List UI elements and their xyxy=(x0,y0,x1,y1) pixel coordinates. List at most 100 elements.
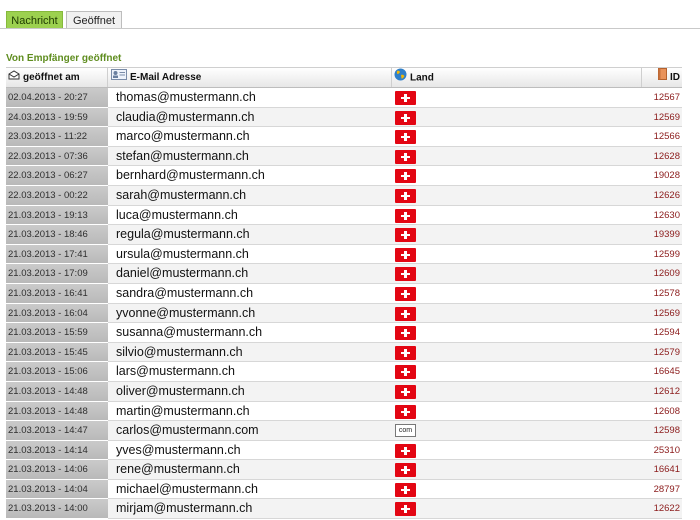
country-cell xyxy=(392,303,642,324)
id-cell[interactable]: 12579 xyxy=(642,342,682,363)
envelope-open-icon xyxy=(8,68,20,87)
country-cell xyxy=(392,479,642,500)
id-cell[interactable]: 12626 xyxy=(642,185,682,206)
email-cell[interactable]: stefan@mustermann.ch xyxy=(108,146,392,167)
swiss-flag-icon xyxy=(395,228,416,243)
table-row[interactable]: 21.03.2013 - 14:06 rene@mustermann.ch 1664… xyxy=(6,460,682,480)
column-header-opened-at-label: geöffnet am xyxy=(23,72,80,84)
address-card-icon xyxy=(111,68,127,87)
swiss-flag-icon xyxy=(395,482,416,497)
email-cell[interactable]: marco@mustermann.ch xyxy=(108,127,392,147)
email-cell[interactable]: ursula@mustermann.ch xyxy=(108,244,392,265)
email-cell[interactable]: lars@mustermann.ch xyxy=(108,362,392,382)
swiss-flag-icon xyxy=(395,208,416,223)
email-cell[interactable]: claudia@mustermann.ch xyxy=(108,107,392,128)
tab-nachricht[interactable]: Nachricht xyxy=(6,11,63,29)
id-cell[interactable]: 19028 xyxy=(642,166,682,186)
table-row[interactable]: 21.03.2013 - 17:09 daniel@mustermann.ch 12… xyxy=(6,264,682,284)
id-cell[interactable]: 12566 xyxy=(642,127,682,147)
table-row[interactable]: 21.03.2013 - 19:13 luca@mustermann.ch 1263… xyxy=(6,205,682,226)
swiss-flag-icon xyxy=(395,169,416,184)
column-header-id-label: ID xyxy=(670,72,680,84)
email-cell[interactable]: michael@mustermann.ch xyxy=(108,479,392,500)
opened-at-cell: 21.03.2013 - 14:14 xyxy=(6,440,108,461)
table-row[interactable]: 24.03.2013 - 19:59 claudia@mustermann.ch 1… xyxy=(6,107,682,128)
column-header-id[interactable]: ID xyxy=(642,68,682,87)
country-cell xyxy=(392,127,642,147)
table-row[interactable]: 02.04.2013 - 20:27 thomas@mustermann.ch 12… xyxy=(6,88,682,108)
table-row[interactable]: 21.03.2013 - 16:41 sandra@mustermann.ch 12… xyxy=(6,283,682,304)
column-header-country-label: Land xyxy=(410,72,434,84)
globe-icon xyxy=(394,68,407,88)
column-header-email-label: E-Mail Adresse xyxy=(130,72,202,84)
table-row[interactable]: 23.03.2013 - 11:22 marco@mustermann.ch 125… xyxy=(6,127,682,147)
table-row[interactable]: 21.03.2013 - 14:48 martin@mustermann.ch 12… xyxy=(6,401,682,422)
swiss-flag-icon xyxy=(395,365,416,380)
email-cell[interactable]: mirjam@mustermann.ch xyxy=(108,499,392,520)
column-header-opened-at[interactable]: geöffnet am xyxy=(6,68,108,87)
table-row[interactable]: 21.03.2013 - 18:46 regula@mustermann.ch 19… xyxy=(6,225,682,245)
id-cell[interactable]: 25310 xyxy=(642,440,682,461)
email-cell[interactable]: yves@mustermann.ch xyxy=(108,440,392,461)
table-row[interactable]: 21.03.2013 - 14:04 michael@mustermann.ch 2… xyxy=(6,479,682,500)
id-cell[interactable]: 16645 xyxy=(642,362,682,382)
opened-at-cell: 21.03.2013 - 17:41 xyxy=(6,244,108,265)
country-cell xyxy=(392,88,642,108)
email-cell[interactable]: martin@mustermann.ch xyxy=(108,401,392,422)
id-cell[interactable]: 12622 xyxy=(642,499,682,520)
email-cell[interactable]: sarah@mustermann.ch xyxy=(108,185,392,206)
id-cell[interactable]: 19399 xyxy=(642,225,682,245)
swiss-flag-icon xyxy=(395,188,416,203)
id-cell[interactable]: 12628 xyxy=(642,146,682,167)
country-cell xyxy=(392,264,642,284)
swiss-flag-icon xyxy=(395,345,416,360)
email-cell[interactable]: sandra@mustermann.ch xyxy=(108,283,392,304)
id-cell[interactable]: 12569 xyxy=(642,107,682,128)
country-cell xyxy=(392,381,642,402)
id-cell[interactable]: 12594 xyxy=(642,323,682,343)
email-cell[interactable]: thomas@mustermann.ch xyxy=(108,88,392,108)
id-cell[interactable]: 28797 xyxy=(642,479,682,500)
id-cell[interactable]: 12599 xyxy=(642,244,682,265)
table-row[interactable]: 21.03.2013 - 14:14 yves@mustermann.ch 2531… xyxy=(6,440,682,461)
id-cell[interactable]: 12598 xyxy=(642,421,682,441)
id-cell[interactable]: 12630 xyxy=(642,205,682,226)
table-row[interactable]: 21.03.2013 - 14:47 carlos@mustermann.com c… xyxy=(6,421,682,441)
email-cell[interactable]: regula@mustermann.ch xyxy=(108,225,392,245)
id-cell[interactable]: 12608 xyxy=(642,401,682,422)
id-cell[interactable]: 12569 xyxy=(642,303,682,324)
table-row[interactable]: 21.03.2013 - 15:59 susanna@mustermann.ch 1… xyxy=(6,323,682,343)
id-cell[interactable]: 12609 xyxy=(642,264,682,284)
table-row[interactable]: 21.03.2013 - 15:06 lars@mustermann.ch 1664… xyxy=(6,362,682,382)
opened-at-cell: 22.03.2013 - 07:36 xyxy=(6,146,108,167)
id-cell[interactable]: 12567 xyxy=(642,88,682,108)
email-cell[interactable]: bernhard@mustermann.ch xyxy=(108,166,392,186)
id-cell[interactable]: 12578 xyxy=(642,283,682,304)
email-cell[interactable]: rene@mustermann.ch xyxy=(108,460,392,480)
email-cell[interactable]: silvio@mustermann.ch xyxy=(108,342,392,363)
swiss-flag-icon xyxy=(395,306,416,321)
table-row[interactable]: 22.03.2013 - 07:36 stefan@mustermann.ch 12… xyxy=(6,146,682,167)
table-row[interactable]: 21.03.2013 - 15:45 silvio@mustermann.ch 12… xyxy=(6,342,682,363)
email-cell[interactable]: oliver@mustermann.ch xyxy=(108,381,392,402)
email-cell[interactable]: carlos@mustermann.com xyxy=(108,421,392,441)
swiss-flag-icon xyxy=(395,267,416,282)
table-body: 02.04.2013 - 20:27 thomas@mustermann.ch 12… xyxy=(6,88,682,520)
id-cell[interactable]: 16641 xyxy=(642,460,682,480)
email-cell[interactable]: luca@mustermann.ch xyxy=(108,205,392,226)
column-header-country[interactable]: Land xyxy=(392,68,642,87)
email-cell[interactable]: daniel@mustermann.ch xyxy=(108,264,392,284)
table-row[interactable]: 22.03.2013 - 06:27 bernhard@mustermann.ch… xyxy=(6,166,682,186)
email-cell[interactable]: susanna@mustermann.ch xyxy=(108,323,392,343)
tab-bar: Nachricht Geöffnet xyxy=(0,0,700,30)
table-row[interactable]: 22.03.2013 - 00:22 sarah@mustermann.ch 126… xyxy=(6,185,682,206)
table-row[interactable]: 21.03.2013 - 16:04 yvonne@mustermann.ch 12… xyxy=(6,303,682,324)
table-row[interactable]: 21.03.2013 - 17:41 ursula@mustermann.ch 12… xyxy=(6,244,682,265)
table-row[interactable]: 21.03.2013 - 14:48 oliver@mustermann.ch 12… xyxy=(6,381,682,402)
country-cell xyxy=(392,460,642,480)
table-row[interactable]: 21.03.2013 - 14:00 mirjam@mustermann.ch 12… xyxy=(6,499,682,520)
tab-geoeffnet[interactable]: Geöffnet xyxy=(66,11,122,29)
column-header-email[interactable]: E-Mail Adresse xyxy=(109,68,392,87)
id-cell[interactable]: 12612 xyxy=(642,381,682,402)
email-cell[interactable]: yvonne@mustermann.ch xyxy=(108,303,392,324)
